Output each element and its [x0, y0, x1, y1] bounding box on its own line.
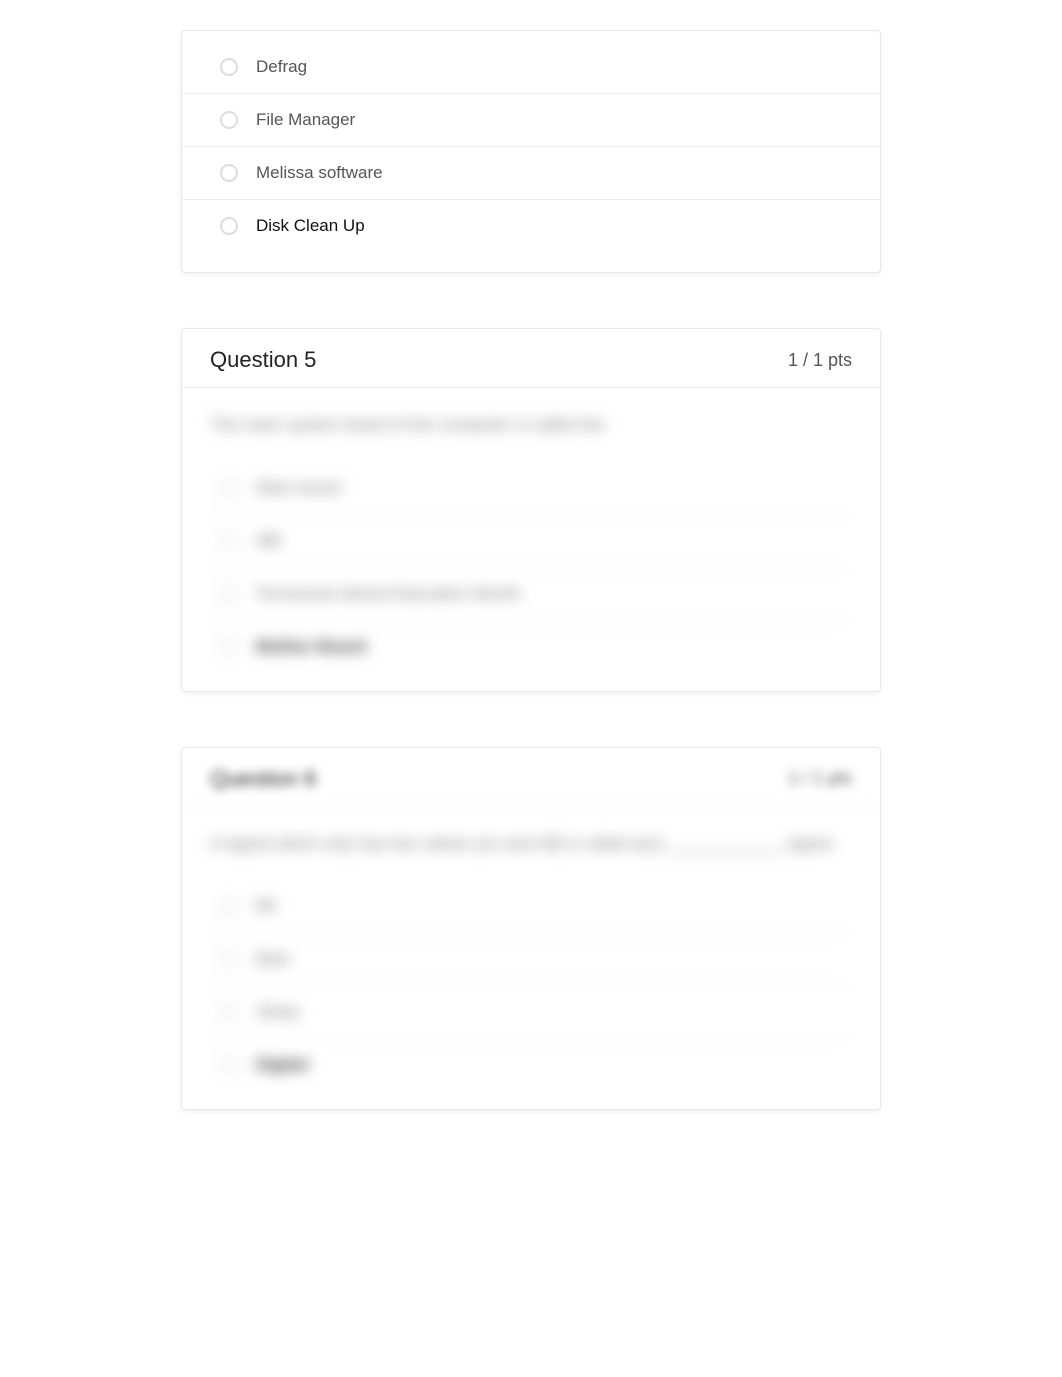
- option-row[interactable]: Defrag: [182, 41, 880, 93]
- question-prompt: A signal which only has two values (on a…: [210, 831, 852, 857]
- question-points: 1 / 1 pts: [788, 768, 852, 789]
- radio-icon: [220, 532, 238, 550]
- option-label: Disk Clean Up: [256, 216, 365, 236]
- option-label: MB: [256, 531, 282, 551]
- option-label: Defrag: [256, 57, 307, 77]
- question-points: 1 / 1 pts: [788, 350, 852, 371]
- option-label: Sleep: [256, 1002, 299, 1022]
- question-card-partial: Defrag File Manager Melissa software Dis…: [181, 30, 881, 273]
- radio-icon: [220, 479, 238, 497]
- option-row[interactable]: Disk Clean Up: [182, 199, 880, 252]
- option-row[interactable]: Mother Board: [210, 620, 852, 673]
- option-label: Tennessee Board Education Month: [256, 584, 521, 604]
- radio-icon: [220, 111, 238, 129]
- question-title: Question 5: [210, 347, 316, 373]
- option-row[interactable]: Byte: [210, 932, 852, 985]
- radio-icon: [220, 585, 238, 603]
- option-label: Main board: [256, 478, 341, 498]
- option-label: Mother Board: [256, 637, 367, 657]
- option-row[interactable]: Digital: [210, 1038, 852, 1091]
- option-label: Melissa software: [256, 163, 383, 183]
- radio-icon: [220, 164, 238, 182]
- radio-icon: [220, 950, 238, 968]
- question4-options: Defrag File Manager Melissa software Dis…: [182, 31, 880, 272]
- radio-icon: [220, 58, 238, 76]
- radio-icon: [220, 217, 238, 235]
- option-label: File Manager: [256, 110, 355, 130]
- radio-icon: [220, 897, 238, 915]
- question6-options: Bit Byte Sleep Digital: [210, 880, 852, 1091]
- option-row[interactable]: Melissa software: [182, 146, 880, 199]
- option-row[interactable]: MB: [210, 514, 852, 567]
- question-body: The main system board of the computer is…: [182, 388, 880, 691]
- option-row[interactable]: Bit: [210, 880, 852, 932]
- question5-options: Main board MB Tennessee Board Education …: [210, 462, 852, 673]
- question-body: A signal which only has two values (on a…: [182, 807, 880, 1110]
- radio-icon: [220, 1003, 238, 1021]
- question-header: Question 5 1 / 1 pts: [182, 329, 880, 388]
- radio-icon: [220, 1056, 238, 1074]
- radio-icon: [220, 638, 238, 656]
- question-prompt: The main system board of the computer is…: [210, 412, 852, 438]
- option-label: Bit: [256, 896, 276, 916]
- option-row[interactable]: Sleep: [210, 985, 852, 1038]
- option-row[interactable]: Tennessee Board Education Month: [210, 567, 852, 620]
- question-title: Question 6: [210, 766, 316, 792]
- question-card-6: Question 6 1 / 1 pts A signal which only…: [181, 747, 881, 1111]
- option-label: Byte: [256, 949, 290, 969]
- quiz-container: Defrag File Manager Melissa software Dis…: [181, 30, 881, 1110]
- option-row[interactable]: File Manager: [182, 93, 880, 146]
- option-row[interactable]: Main board: [210, 462, 852, 514]
- question-header: Question 6 1 / 1 pts: [182, 748, 880, 807]
- question-card-5: Question 5 1 / 1 pts The main system boa…: [181, 328, 881, 692]
- option-label: Digital: [256, 1055, 308, 1075]
